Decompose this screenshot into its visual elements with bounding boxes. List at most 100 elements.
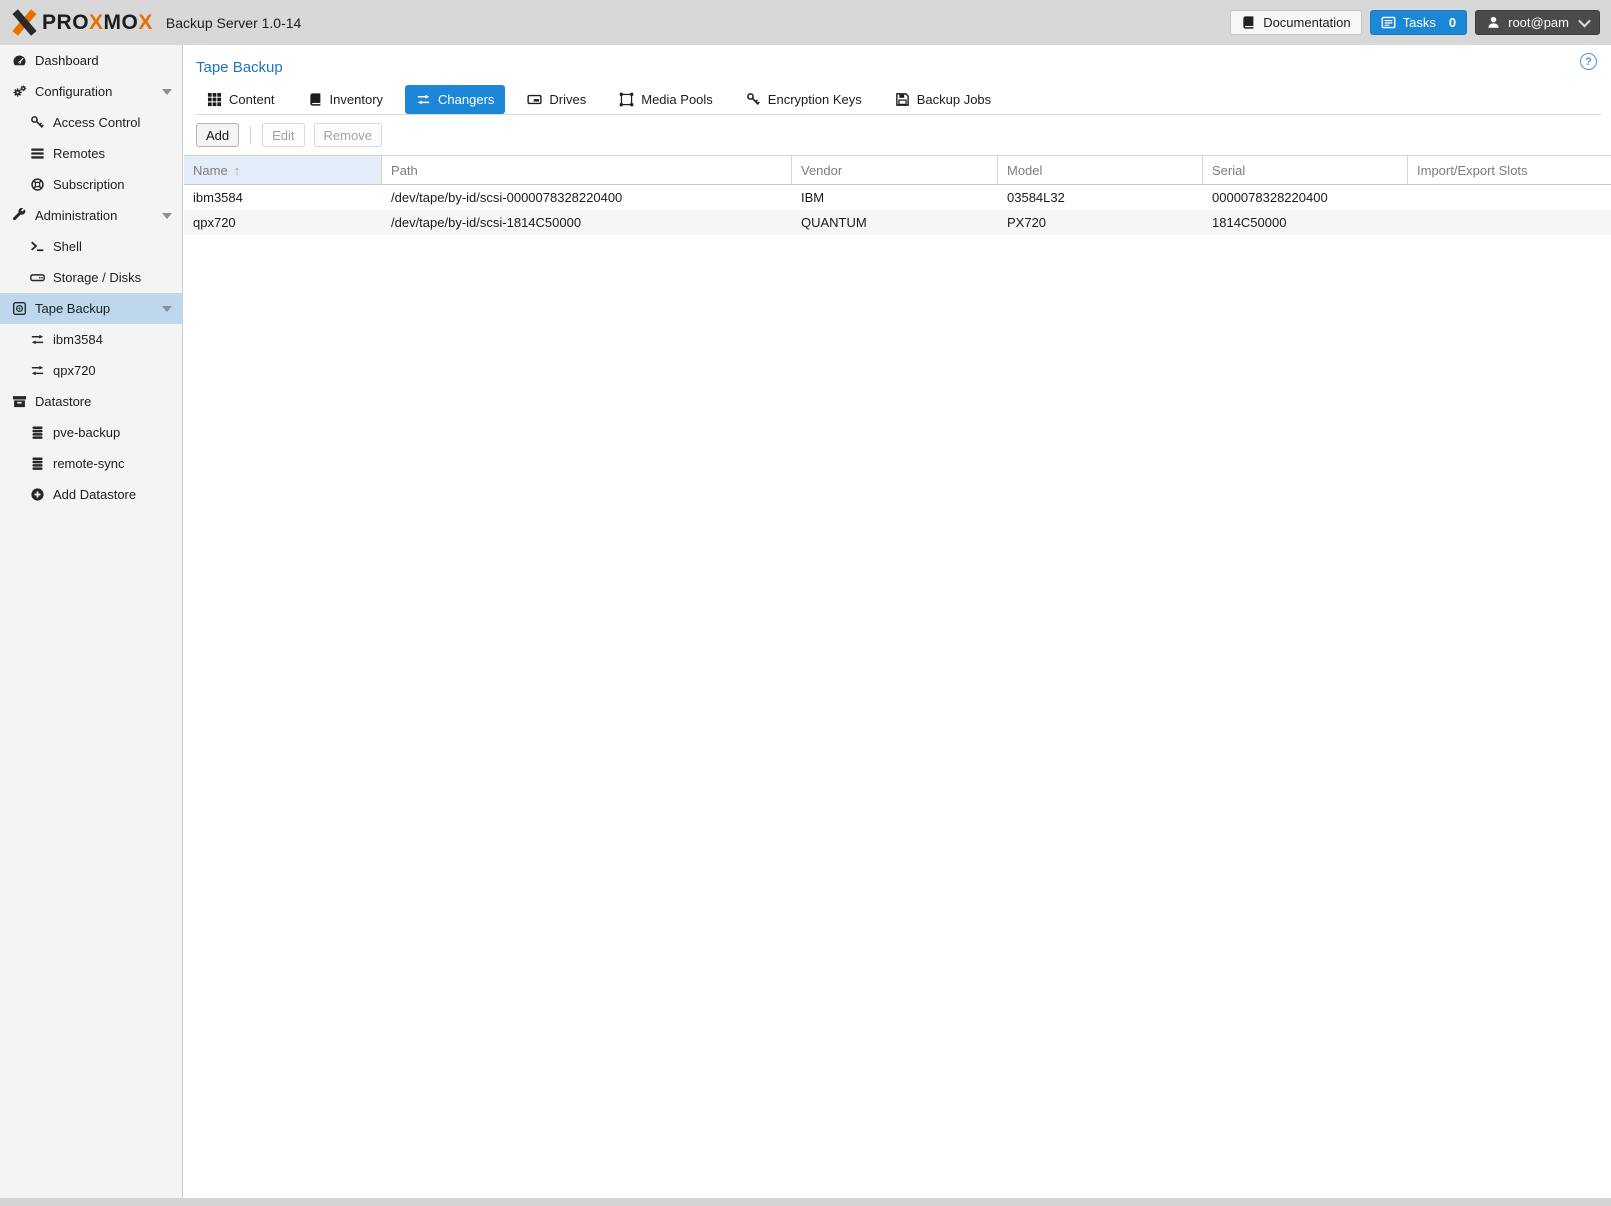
tab-changers[interactable]: Changers [405, 85, 505, 114]
sidebar-item-label: Subscription [53, 177, 125, 192]
database-icon [30, 425, 45, 440]
sidebar-item-label: Administration [35, 208, 117, 223]
sidebar-item-label: remote-sync [53, 456, 125, 471]
help-icon[interactable]: ? [1580, 53, 1597, 70]
gears-icon [12, 84, 27, 99]
object-group-icon [619, 92, 634, 107]
tasks-button[interactable]: Tasks 0 [1370, 10, 1467, 35]
sidebar-item-remotes[interactable]: Remotes [0, 138, 182, 169]
toolbar-separator [250, 127, 251, 144]
column-header-label: Path [391, 163, 418, 178]
column-header-label: Vendor [801, 163, 842, 178]
sidebar-item-dashboard[interactable]: Dashboard [0, 45, 182, 76]
tab-inventory[interactable]: Inventory [297, 85, 394, 114]
sidebar-item-administration[interactable]: Administration [0, 200, 182, 231]
documentation-label: Documentation [1263, 15, 1350, 30]
exchange-icon [416, 92, 431, 107]
column-header-vendor[interactable]: Vendor [792, 156, 998, 184]
cell-path: /dev/tape/by-id/scsi-1814C50000 [382, 210, 792, 235]
column-header-path[interactable]: Path [382, 156, 792, 184]
page-title: Tape Backup [196, 59, 283, 76]
column-header-label: Name [193, 163, 228, 178]
user-menu-button[interactable]: root@pam [1475, 10, 1600, 35]
cell-path: /dev/tape/by-id/scsi-0000078328220400 [382, 185, 792, 210]
sidebar-item-ibm3584[interactable]: ibm3584 [0, 324, 182, 355]
sidebar-item-label: Remotes [53, 146, 105, 161]
tasks-label: Tasks [1403, 15, 1436, 30]
hdd-icon [30, 270, 45, 285]
cell-vendor: QUANTUM [792, 210, 998, 235]
sidebar-item-subscription[interactable]: Subscription [0, 169, 182, 200]
sidebar-item-label: Dashboard [35, 53, 99, 68]
column-header-model[interactable]: Model [998, 156, 1203, 184]
sidebar-item-label: Configuration [35, 84, 112, 99]
cell-slots [1408, 210, 1611, 235]
tasks-count-badge: 0 [1449, 15, 1456, 30]
user-label: root@pam [1508, 15, 1569, 30]
sort-ascending-icon: ↑ [234, 163, 241, 178]
tab-label: Media Pools [641, 92, 713, 107]
sidebar-item-shell[interactable]: Shell [0, 231, 182, 262]
tab-media-pools[interactable]: Media Pools [608, 85, 724, 114]
sidebar-item-remote-sync[interactable]: remote-sync [0, 448, 182, 479]
sidebar-item-pve-backup[interactable]: pve-backup [0, 417, 182, 448]
sidebar-item-label: qpx720 [53, 363, 96, 378]
column-header-label: Model [1007, 163, 1042, 178]
tape-drive-icon [12, 301, 27, 316]
sidebar-item-configuration[interactable]: Configuration [0, 76, 182, 107]
add-button[interactable]: Add [196, 123, 239, 147]
column-header-serial[interactable]: Serial [1203, 156, 1408, 184]
exchange-icon [30, 332, 45, 347]
tab-content[interactable]: Content [196, 85, 286, 114]
sidebar-item-label: Shell [53, 239, 82, 254]
wrench-icon [12, 208, 27, 223]
logo-wordmark: PROXMOX [42, 11, 153, 35]
column-header-name[interactable]: Name ↑ [184, 156, 382, 184]
tab-label: Inventory [330, 92, 383, 107]
cell-serial: 0000078328220400 [1203, 185, 1408, 210]
sidebar-item-datastore[interactable]: Datastore [0, 386, 182, 417]
top-bar: PROXMOX Backup Server 1.0-14 Documentati… [0, 0, 1611, 45]
documentation-button[interactable]: Documentation [1230, 10, 1361, 35]
tab-bar: Content Inventory Changers Drives Media Pool… [196, 85, 1601, 115]
table-body: ibm3584/dev/tape/by-id/scsi-000007832822… [184, 185, 1611, 235]
cell-name: ibm3584 [184, 185, 382, 210]
table-row-ibm3584[interactable]: ibm3584/dev/tape/by-id/scsi-000007832822… [184, 185, 1611, 210]
sidebar-item-access-control[interactable]: Access Control [0, 107, 182, 138]
table-row-qpx720[interactable]: qpx720/dev/tape/by-id/scsi-1814C50000QUA… [184, 210, 1611, 235]
table-header-row: Name ↑ Path Vendor Model SerialImport/Export … [184, 156, 1611, 185]
cell-model: 03584L32 [998, 185, 1203, 210]
caret-down-icon [162, 89, 172, 95]
tab-drives[interactable]: Drives [516, 85, 597, 114]
tab-label: Changers [438, 92, 494, 107]
archive-icon [12, 394, 27, 409]
changers-table: Name ↑ Path Vendor Model SerialImport/Export … [184, 155, 1611, 235]
sidebar-item-storage-disks[interactable]: Storage / Disks [0, 262, 182, 293]
toolbar: Add Edit Remove [184, 115, 1611, 155]
proxmox-x-icon [10, 8, 39, 37]
sidebar-item-add-datastore[interactable]: Add Datastore [0, 479, 182, 510]
app-title: Backup Server 1.0-14 [166, 15, 301, 31]
sidebar-item-qpx720[interactable]: qpx720 [0, 355, 182, 386]
tab-encryption-keys[interactable]: Encryption Keys [735, 85, 873, 114]
book-icon [308, 92, 323, 107]
sidebar-item-label: Storage / Disks [53, 270, 141, 285]
life-ring-icon [30, 177, 45, 192]
cell-slots [1408, 185, 1611, 210]
sidebar-item-label: Datastore [35, 394, 91, 409]
task-list-icon [1381, 15, 1396, 30]
terminal-icon [30, 239, 45, 254]
sidebar-item-tape-backup[interactable]: Tape Backup [0, 293, 182, 324]
tab-label: Content [229, 92, 275, 107]
edit-button[interactable]: Edit [262, 123, 304, 147]
book-icon [1241, 15, 1256, 30]
sidebar-item-label: Add Datastore [53, 487, 136, 502]
th-icon [207, 92, 222, 107]
remove-button[interactable]: Remove [314, 123, 382, 147]
tab-backup-jobs[interactable]: Backup Jobs [884, 85, 1002, 114]
column-header-import-export-slots[interactable]: Import/Export Slots [1408, 156, 1611, 184]
sidebar-item-label: ibm3584 [53, 332, 103, 347]
cell-serial: 1814C50000 [1203, 210, 1408, 235]
window-bottom-edge [0, 1198, 1611, 1206]
key-icon [30, 115, 45, 130]
